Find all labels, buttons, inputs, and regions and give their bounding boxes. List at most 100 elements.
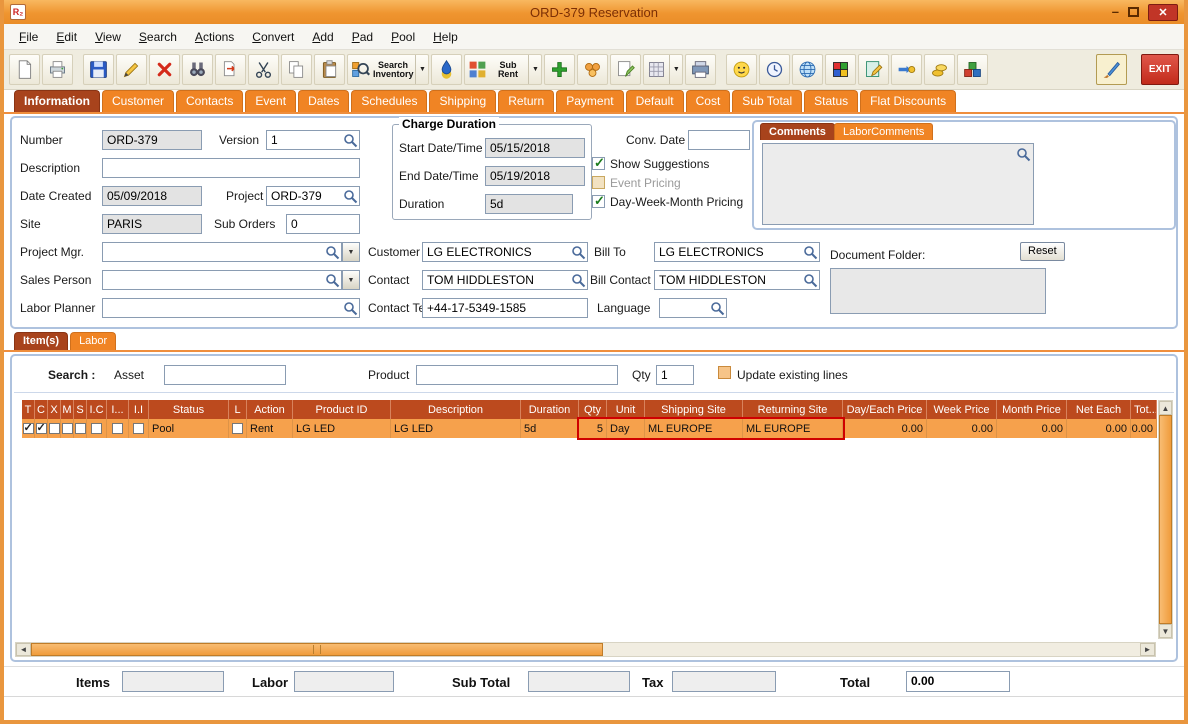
tab-items[interactable]: Item(s)	[14, 332, 69, 350]
column-header-duration[interactable]: Duration	[521, 400, 579, 419]
date-created-field[interactable]: 05/09/2018	[102, 186, 202, 206]
exit-button[interactable]: EXIT	[1141, 54, 1179, 85]
tab-labor-comments[interactable]: LaborComments	[834, 123, 934, 140]
show-suggestions-checkbox[interactable]	[592, 155, 605, 171]
scroll-right-arrow-icon[interactable]: ►	[1140, 643, 1155, 656]
column-header-m[interactable]: M	[61, 400, 74, 419]
search-inventory-dropdown-icon[interactable]: ▼	[415, 55, 426, 84]
tab-labor[interactable]: Labor	[70, 332, 117, 350]
tab-contacts[interactable]: Contacts	[176, 90, 244, 112]
sub-orders-field[interactable]: 0	[286, 214, 360, 234]
money-button[interactable]	[923, 54, 955, 85]
scroll-up-arrow-icon[interactable]: ▲	[1159, 401, 1172, 415]
save-button[interactable]	[83, 54, 114, 85]
tab-cost[interactable]: Cost	[685, 90, 731, 112]
tab-dates[interactable]: Dates	[298, 90, 350, 112]
row-checkbox-i[interactable]	[107, 419, 129, 438]
column-header-description[interactable]: Description	[391, 400, 521, 419]
customer-search-icon[interactable]	[571, 245, 586, 260]
row-checkbox-t[interactable]	[22, 419, 35, 438]
scroll-left-arrow-icon[interactable]: ◄	[16, 643, 31, 656]
reset-button[interactable]: Reset	[1020, 242, 1065, 261]
pad-grid-button[interactable]: ▼	[642, 54, 683, 85]
labor-planner-field[interactable]	[102, 298, 360, 318]
qty-input[interactable]: 1	[656, 365, 694, 385]
menu-file[interactable]: File	[10, 26, 47, 48]
column-header-status[interactable]: Status	[149, 400, 229, 419]
cut-button[interactable]	[248, 54, 279, 85]
comments-textarea[interactable]	[762, 143, 1034, 225]
blocks-button[interactable]	[956, 54, 988, 85]
product-search-input[interactable]	[416, 365, 618, 385]
tab-flat-discounts[interactable]: Flat Discounts	[860, 90, 957, 112]
language-search-icon[interactable]	[710, 301, 725, 316]
tab-status[interactable]: Status	[804, 90, 859, 112]
group-button[interactable]	[576, 54, 608, 85]
search-inventory-button[interactable]: Search Inventory ▼	[347, 54, 429, 85]
site-field[interactable]: PARIS	[102, 214, 202, 234]
menu-help[interactable]: Help	[424, 26, 467, 48]
menu-edit[interactable]: Edit	[47, 26, 86, 48]
bill-contact-search-icon[interactable]	[803, 273, 818, 288]
column-header-tot[interactable]: Tot...	[1131, 400, 1157, 419]
cube-button[interactable]	[824, 54, 856, 85]
menu-add[interactable]: Add	[303, 26, 342, 48]
close-button[interactable]: ✕	[1148, 3, 1178, 21]
column-header-l[interactable]: L	[229, 400, 247, 419]
duration-field[interactable]: 5d	[485, 194, 573, 214]
day-week-month-checkbox[interactable]	[592, 193, 605, 209]
edit-button[interactable]	[116, 54, 147, 85]
new-document-button[interactable]	[9, 54, 40, 85]
sales-person-search-icon[interactable]	[325, 273, 340, 288]
comments-search-icon[interactable]	[1016, 147, 1031, 162]
column-header-day-each-price[interactable]: Day/Each Price	[843, 400, 927, 419]
version-field[interactable]: 1	[266, 130, 360, 150]
bill-to-field[interactable]: LG ELECTRONICS	[654, 242, 820, 262]
contact-tel-field[interactable]: +44-17-5349-1585	[422, 298, 588, 318]
asset-search-input[interactable]	[164, 365, 286, 385]
paintbrush-button[interactable]	[1096, 54, 1127, 85]
conv-date-field[interactable]	[688, 130, 750, 150]
row-checkbox-x[interactable]	[48, 419, 61, 438]
project-search-icon[interactable]	[343, 189, 358, 204]
minimize-button[interactable]: –	[1112, 5, 1119, 18]
tab-information[interactable]: Information	[14, 90, 100, 112]
menu-pool[interactable]: Pool	[382, 26, 424, 48]
row-checkbox-l[interactable]	[229, 419, 247, 438]
horizontal-scrollbar[interactable]: ◄ ►	[15, 642, 1156, 657]
tab-schedules[interactable]: Schedules	[351, 90, 428, 112]
smiley-button[interactable]	[725, 54, 757, 85]
column-header-x[interactable]: X	[48, 400, 61, 419]
column-header-s[interactable]: S	[74, 400, 87, 419]
row-checkbox-ii[interactable]	[129, 419, 149, 438]
convert-document-button[interactable]	[215, 54, 246, 85]
tab-customer[interactable]: Customer	[102, 90, 175, 112]
menu-pad[interactable]: Pad	[343, 26, 382, 48]
key-transfer-button[interactable]	[890, 54, 922, 85]
tab-return[interactable]: Return	[498, 90, 555, 112]
print-button[interactable]	[42, 54, 73, 85]
paste-button[interactable]	[314, 54, 345, 85]
pad-grid-dropdown-icon[interactable]: ▼	[668, 55, 680, 84]
document-folder-box[interactable]	[830, 268, 1046, 314]
language-field[interactable]	[659, 298, 727, 318]
project-mgr-search-icon[interactable]	[325, 245, 340, 260]
menu-search[interactable]: Search	[130, 26, 186, 48]
tab-default[interactable]: Default	[625, 90, 684, 112]
tab-shipping[interactable]: Shipping	[429, 90, 497, 112]
sub-rent-dropdown-icon[interactable]: ▼	[527, 55, 539, 84]
project-field[interactable]: ORD-379	[266, 186, 360, 206]
column-header-net-each[interactable]: Net Each	[1067, 400, 1131, 419]
maximize-button[interactable]	[1128, 7, 1139, 17]
sales-person-field[interactable]	[102, 270, 342, 290]
bill-to-search-icon[interactable]	[803, 245, 818, 260]
menu-actions[interactable]: Actions	[186, 26, 243, 48]
contact-search-icon[interactable]	[571, 273, 586, 288]
row-checkbox-m[interactable]	[61, 419, 74, 438]
report-button[interactable]	[684, 54, 716, 85]
column-header-month-price[interactable]: Month Price	[997, 400, 1067, 419]
vertical-scrollbar-thumb[interactable]	[1159, 415, 1172, 624]
edit-note-button[interactable]	[609, 54, 641, 85]
tab-payment[interactable]: Payment	[556, 90, 624, 112]
menu-convert[interactable]: Convert	[243, 26, 303, 48]
